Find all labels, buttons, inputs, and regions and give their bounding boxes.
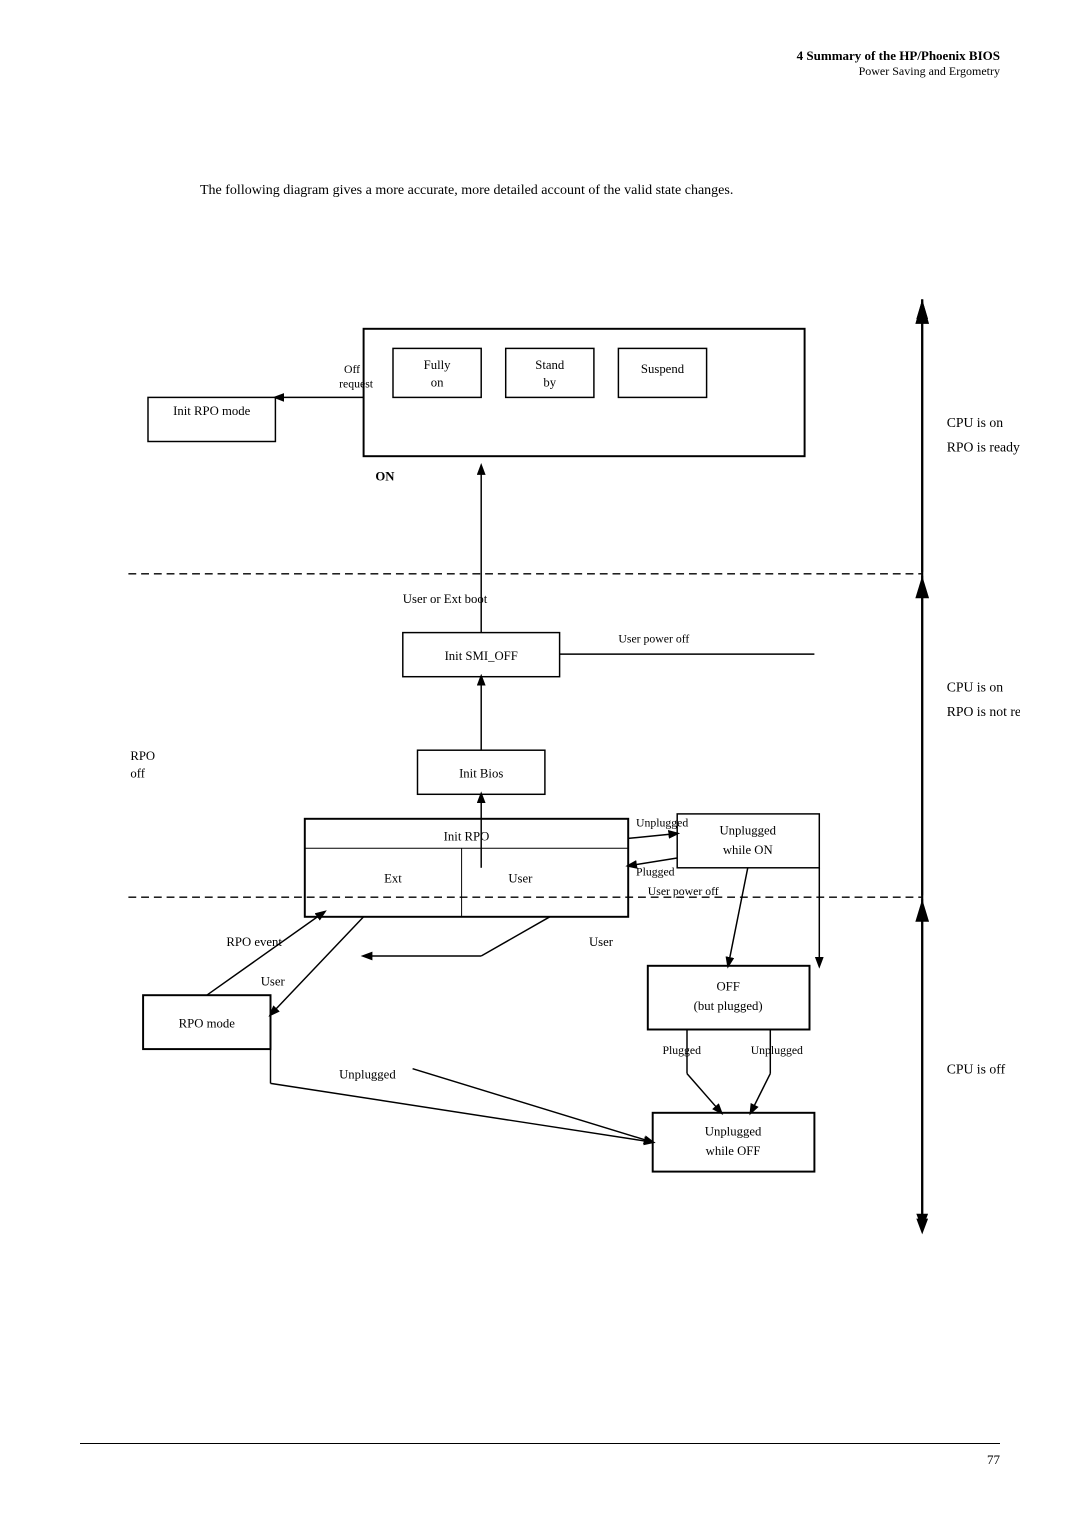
unplugged-while-off-label: Unplugged	[705, 1124, 762, 1138]
ext-label: Ext	[384, 872, 402, 886]
init-smi-off-label: Init SMI_OFF	[445, 649, 518, 663]
unplugged-1-label: Unplugged	[636, 817, 688, 830]
chapter-title: 4 Summary of the HP/Phoenix BIOS	[797, 48, 1000, 64]
unplugged-while-on-label: Unplugged	[719, 823, 776, 837]
init-rpo-mode-label: Init RPO mode	[173, 404, 250, 418]
stand-by-label: Stand	[535, 358, 565, 372]
svg-text:by: by	[543, 376, 556, 390]
rpo-ready-label: RPO is ready	[947, 439, 1020, 454]
on-label: ON	[375, 470, 395, 484]
user-init-rpo-label: User	[508, 872, 533, 886]
svg-text:while OFF: while OFF	[706, 1144, 761, 1158]
page-footer: 77	[80, 1443, 1000, 1468]
unplugged-2-label: Unplugged	[751, 1044, 803, 1057]
init-rpo-label: Init RPO	[444, 829, 490, 843]
svg-text:off: off	[130, 767, 145, 781]
cpu-off-label: CPU is off	[947, 1062, 1006, 1077]
rpo-off-label: RPO	[130, 749, 155, 763]
svg-text:request: request	[339, 378, 374, 391]
svg-text:(but plugged): (but plugged)	[694, 999, 763, 1013]
state-diagram: CPU is on RPO is ready CPU is on RPO is …	[60, 270, 1020, 1348]
user-power-off-1-label: User power off	[618, 632, 689, 645]
cpu-on-2-label: CPU is on	[947, 679, 1004, 694]
off-but-plugged-label: OFF	[716, 979, 739, 993]
init-bios-label: Init Bios	[459, 767, 503, 781]
user-2-label: User	[589, 935, 614, 949]
rpo-mode-label: RPO mode	[179, 1017, 236, 1031]
user-bottom-label: User	[261, 974, 286, 988]
svg-text:while ON: while ON	[723, 843, 773, 857]
intro-paragraph: The following diagram gives a more accur…	[200, 180, 960, 201]
unplugged-bottom-label: Unplugged	[339, 1068, 396, 1082]
suspend-label: Suspend	[641, 362, 685, 376]
user-power-off-2-label: User power off	[648, 885, 719, 898]
user-or-ext-boot-label: User or Ext boot	[403, 592, 488, 606]
fully-on-label: Fully	[424, 358, 452, 372]
off-request-label: Off	[344, 363, 360, 376]
cpu-on-label: CPU is on	[947, 415, 1004, 430]
plugged-2-label: Plugged	[663, 1044, 702, 1057]
page-number: 77	[987, 1452, 1000, 1468]
chapter-subtitle: Power Saving and Ergometry	[797, 64, 1000, 79]
rpo-not-ready-label: RPO is not ready	[947, 704, 1020, 719]
plugged-1-label: Plugged	[636, 866, 675, 879]
page-header: 4 Summary of the HP/Phoenix BIOS Power S…	[797, 48, 1000, 79]
svg-text:on: on	[431, 376, 444, 390]
